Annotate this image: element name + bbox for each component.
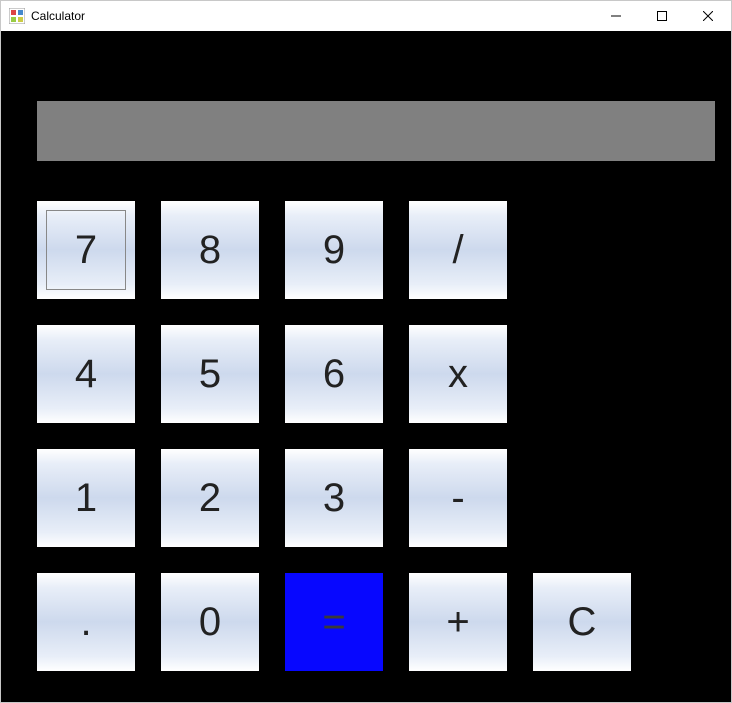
app-icon xyxy=(9,8,25,24)
key-2[interactable]: 2 xyxy=(161,449,259,547)
key-5[interactable]: 5 xyxy=(161,325,259,423)
key-row-2: 4 5 6 x xyxy=(37,325,631,423)
key-7[interactable]: 7 xyxy=(37,201,135,299)
key-equals[interactable]: = xyxy=(285,573,383,671)
key-divide[interactable]: / xyxy=(409,201,507,299)
key-1[interactable]: 1 xyxy=(37,449,135,547)
key-multiply[interactable]: x xyxy=(409,325,507,423)
minimize-button[interactable] xyxy=(593,1,639,31)
key-decimal[interactable]: . xyxy=(37,573,135,671)
key-row-4: . 0 = + C xyxy=(37,573,631,671)
close-button[interactable] xyxy=(685,1,731,31)
calc-display[interactable] xyxy=(37,101,715,161)
window-controls xyxy=(593,1,731,31)
calculator-window: Calculator 7 8 9 / 4 5 xyxy=(0,0,732,703)
key-add[interactable]: + xyxy=(409,573,507,671)
key-row-1: 7 8 9 / xyxy=(37,201,631,299)
key-9[interactable]: 9 xyxy=(285,201,383,299)
key-subtract[interactable]: - xyxy=(409,449,507,547)
client-area: 7 8 9 / 4 5 6 x 1 2 3 - . 0 = + xyxy=(1,31,731,702)
key-4[interactable]: 4 xyxy=(37,325,135,423)
key-row-3: 1 2 3 - xyxy=(37,449,631,547)
keypad: 7 8 9 / 4 5 6 x 1 2 3 - . 0 = + xyxy=(37,201,631,697)
key-0[interactable]: 0 xyxy=(161,573,259,671)
titlebar[interactable]: Calculator xyxy=(1,1,731,31)
key-clear[interactable]: C xyxy=(533,573,631,671)
key-3[interactable]: 3 xyxy=(285,449,383,547)
key-8[interactable]: 8 xyxy=(161,201,259,299)
key-6[interactable]: 6 xyxy=(285,325,383,423)
window-title: Calculator xyxy=(31,9,85,23)
maximize-button[interactable] xyxy=(639,1,685,31)
